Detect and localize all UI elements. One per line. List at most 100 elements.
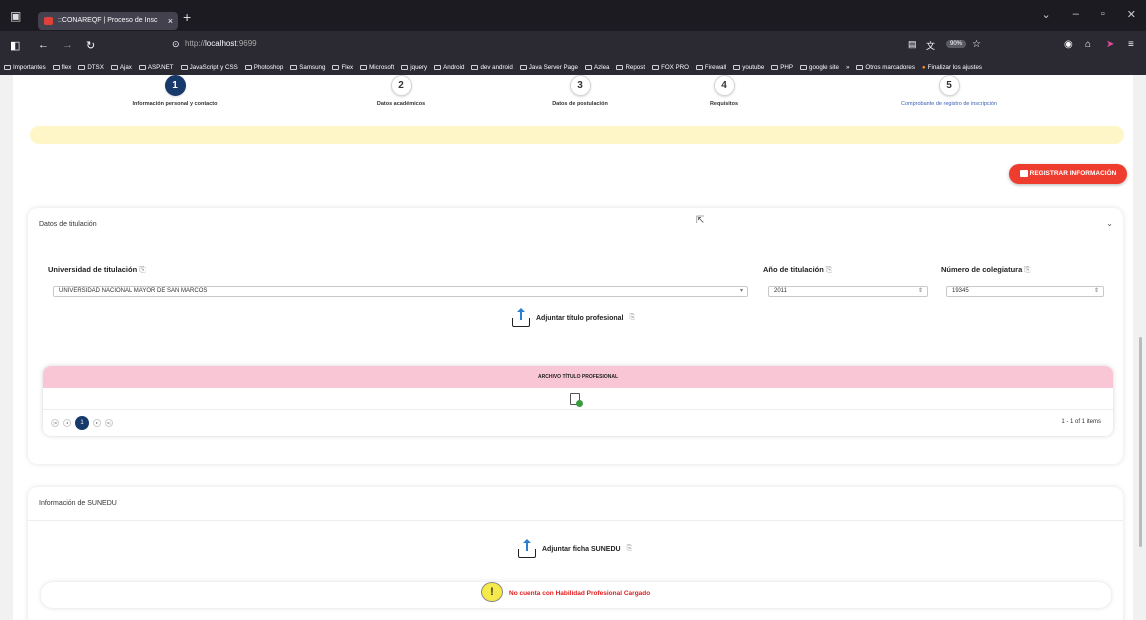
first-page-button[interactable]: |◂ <box>51 419 59 427</box>
univ-select[interactable]: UNIVERSIDAD NACIONAL MAYOR DE SAN MARCOS… <box>53 286 748 297</box>
minimize-icon[interactable]: – <box>1073 8 1079 21</box>
bookmark-item[interactable]: Firewall <box>695 64 726 71</box>
step-number: 3 <box>569 75 591 96</box>
site-info-icon[interactable]: ⊙ <box>172 39 180 50</box>
url-field[interactable]: http://localhost:9699 <box>185 39 257 48</box>
reload-icon[interactable]: ↻ <box>86 39 95 52</box>
bookmark-label: Otros marcadores <box>865 64 915 71</box>
paperclip-icon: ⎘ <box>139 265 146 274</box>
bookmark-item[interactable]: google site <box>800 64 839 71</box>
next-page-button[interactable]: ▸ <box>93 419 101 427</box>
year-field[interactable]: 2011 ⇕ <box>768 286 928 297</box>
bookmark-item[interactable]: Photoshop <box>244 64 283 71</box>
tab-list-icon[interactable]: ▣ <box>10 9 21 23</box>
univ-label: Universidad de titulación ⎘ <box>48 265 146 275</box>
zoom-badge[interactable]: 90% <box>946 40 967 48</box>
url-prefix: http:// <box>185 39 206 48</box>
firefox-icon: ● <box>921 64 926 71</box>
upload-icon <box>518 539 536 558</box>
chevron-down-icon[interactable]: ⌄ <box>1042 8 1051 21</box>
menu-icon[interactable]: ≡ <box>1128 39 1134 50</box>
bookmark-item[interactable]: JavaScript y CSS <box>180 64 238 71</box>
step-4[interactable]: 4 Requisitos <box>654 75 794 107</box>
coleg-label: Número de colegiatura ⎘ <box>941 265 1031 275</box>
bookmark-item[interactable]: Ajax <box>110 64 132 71</box>
restore-icon[interactable]: ▫ <box>1101 8 1105 21</box>
bookmark-item[interactable]: Android <box>434 64 464 71</box>
register-button-label: REGISTRAR INFORMACIÓN <box>1029 170 1117 177</box>
bookmark-item[interactable]: Flex <box>332 64 353 71</box>
reader-icon[interactable]: ▤ <box>908 39 917 50</box>
warning-bubble-icon: ! <box>481 582 503 602</box>
folder-icon <box>733 65 741 70</box>
bookmark-label: FOX PRO <box>661 64 689 71</box>
bookmark-label: Java Server Page <box>528 64 578 71</box>
year-field-value: 2011 <box>774 288 787 294</box>
year-label-text: Año de titulación <box>763 265 824 274</box>
current-page[interactable]: 1 <box>75 416 89 430</box>
close-icon[interactable]: ✕ <box>1127 8 1136 21</box>
other-bookmarks[interactable]: Otros marcadores <box>856 64 915 71</box>
bookmarks-overflow-button[interactable]: » <box>846 64 849 71</box>
folder-icon <box>584 65 592 70</box>
sidebar-icon[interactable]: ◧ <box>10 39 20 52</box>
bookmark-item[interactable]: Java Server Page <box>519 64 578 71</box>
items-info: 1 - 1 of 1 items <box>1061 419 1101 425</box>
bookmark-label: Azlea <box>593 64 610 71</box>
bookmark-star-icon[interactable]: ☆ <box>972 39 981 50</box>
prev-page-button[interactable]: ◂ <box>63 419 71 427</box>
new-tab-button[interactable]: + <box>183 9 191 25</box>
upload-sunedu-button[interactable]: Adjuntar ficha SUNEDU ⎘ <box>518 539 632 558</box>
upload-titulo-button[interactable]: Adjuntar título profesional ⎘ <box>512 308 636 327</box>
scrollbar-thumb[interactable] <box>1139 337 1142 547</box>
account-icon[interactable]: ◉ <box>1064 39 1073 50</box>
notice-bar <box>30 126 1124 144</box>
cursor-icon: ⇱ <box>696 215 705 226</box>
translate-icon[interactable]: 文 <box>926 39 935 52</box>
step-3[interactable]: 3 Datos de postulación <box>510 75 650 107</box>
bookmark-item[interactable]: Azlea <box>584 64 610 71</box>
add-file-icon[interactable] <box>570 393 583 407</box>
tab-close-icon[interactable]: × <box>168 12 173 30</box>
bookmark-item[interactable]: youtube <box>733 64 764 71</box>
bookmark-item[interactable]: Repost <box>616 64 645 71</box>
bookmark-item[interactable]: Microsoft <box>360 64 394 71</box>
addon-icon[interactable]: ➤ <box>1106 39 1114 50</box>
chevron-down-icon[interactable]: ⌄ <box>1106 219 1113 228</box>
coleg-field[interactable]: 19345 ⇕ <box>946 286 1104 297</box>
coleg-label-text: Número de colegiatura <box>941 265 1023 274</box>
scrollbar[interactable] <box>1133 75 1146 620</box>
bookmark-label: Android <box>443 64 465 71</box>
bookmark-item[interactable]: PHP <box>771 64 793 71</box>
titulo-grid: ARCHIVO TÍTULO PROFESIONAL |◂ ◂ 1 ▸ ▸| 1… <box>43 366 1113 436</box>
extensions-icon[interactable]: ⌂ <box>1085 39 1091 50</box>
bookmark-item[interactable]: dev android <box>471 64 513 71</box>
step-number: 5 <box>938 75 960 96</box>
bookmark-item[interactable]: Samsung <box>290 64 325 71</box>
browser-tab[interactable]: ::CONAREQF | Proceso de Insc × <box>38 12 178 30</box>
paperclip-icon: ⎘ <box>629 314 636 321</box>
folder-icon <box>856 65 864 70</box>
bookmark-item[interactable]: jquery <box>401 64 427 71</box>
bookmark-label: Flex <box>341 64 354 71</box>
step-1[interactable]: 1 Información personal y contacto <box>105 75 245 107</box>
back-icon[interactable]: ← <box>38 39 49 51</box>
register-info-button[interactable]: REGISTRAR INFORMACIÓN <box>1009 164 1127 184</box>
bookmark-item[interactable]: DTSX <box>78 64 104 71</box>
navigation-bar: ◧ ← → ↻ ⊙ http://localhost:9699 ▤ 文 90% … <box>0 31 1146 60</box>
last-page-button[interactable]: ▸| <box>105 419 113 427</box>
tab-strip: ▣ ::CONAREQF | Proceso de Insc × + ⌄ – ▫… <box>0 0 1146 31</box>
bookmark-item[interactable]: ASP.NET <box>138 64 174 71</box>
year-label: Año de titulación ⎘ <box>763 265 832 275</box>
bookmark-item[interactable]: flex <box>52 64 71 71</box>
bookmark-item[interactable]: FOX PRO <box>652 64 689 71</box>
step-2[interactable]: 2 Datos académicos <box>331 75 471 107</box>
forward-icon[interactable]: → <box>62 39 73 51</box>
finish-setup-link[interactable]: ● Finalizar los ajustes <box>922 64 982 71</box>
habilidad-alert: ! No cuenta con Habilidad Profesional Ca… <box>41 582 1111 608</box>
folder-icon <box>519 65 527 70</box>
step-5[interactable]: 5 Comprobante de registro de inscripción <box>879 75 1019 107</box>
bookmark-item[interactable]: Importantes <box>4 64 46 71</box>
stepper-icon[interactable]: ⇕ <box>918 287 923 296</box>
stepper-icon[interactable]: ⇕ <box>1094 287 1099 296</box>
